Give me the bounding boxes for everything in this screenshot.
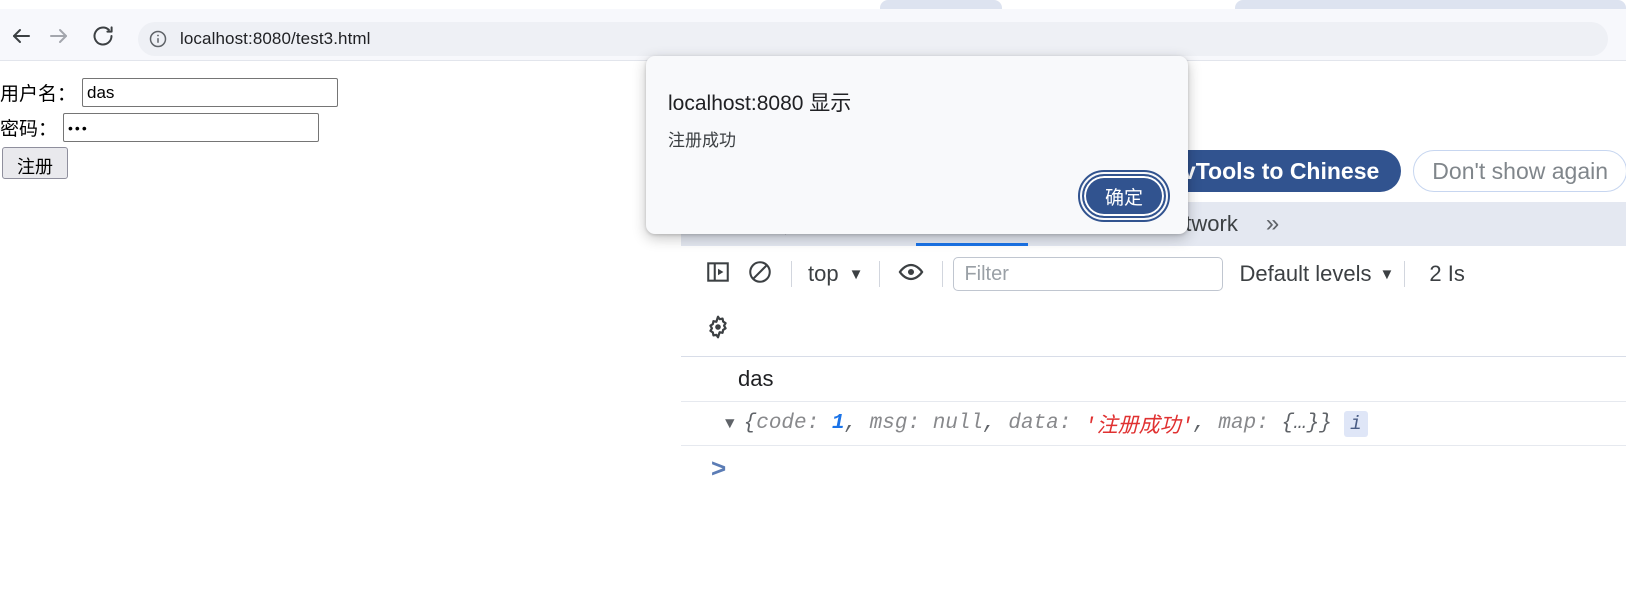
object-open-brace: { xyxy=(743,412,757,435)
execution-context-selector[interactable]: top ▼ xyxy=(802,261,869,287)
console-settings-button[interactable] xyxy=(697,308,739,350)
username-row: 用户名： xyxy=(0,78,339,107)
screenshot-root: localhost:8080/test3.html 用户名： 密码： 注册 Sw… xyxy=(0,0,1626,602)
username-label: 用户名： xyxy=(0,84,77,105)
issues-counter[interactable]: 2 Is xyxy=(1429,261,1464,287)
reload-button[interactable] xyxy=(90,23,116,49)
object-key-map: map: xyxy=(1218,412,1269,435)
console-settings-row xyxy=(681,302,1626,357)
object-comma: , xyxy=(983,412,996,435)
back-button[interactable] xyxy=(8,23,34,49)
console-sidebar-button[interactable] xyxy=(697,253,739,295)
page-content: 用户名： 密码： 注册 xyxy=(0,62,680,602)
url-text: localhost:8080/test3.html xyxy=(180,29,371,48)
username-input[interactable] xyxy=(82,78,339,107)
dont-show-again-button[interactable]: Don't show again xyxy=(1413,150,1626,192)
divider xyxy=(942,261,944,287)
object-value-msg: null xyxy=(932,412,984,435)
browser-tab-strip xyxy=(0,0,1626,9)
divider xyxy=(791,261,792,287)
password-row: 密码： xyxy=(0,113,320,142)
expand-triangle-icon[interactable]: ▼ xyxy=(725,415,735,433)
browser-tab[interactable] xyxy=(1235,0,1626,9)
log-levels-label: Default levels xyxy=(1239,261,1372,286)
info-badge-icon[interactable]: i xyxy=(1343,410,1368,437)
console-output: das ▼ { code: 1, msg: null, data: '注册成功'… xyxy=(681,357,1626,602)
reload-icon xyxy=(91,24,115,48)
live-expression-eye-icon xyxy=(897,258,925,291)
object-key-msg: msg: xyxy=(869,412,921,435)
object-key-data: data: xyxy=(1008,412,1072,435)
arrow-right-icon xyxy=(47,24,71,48)
info-circle-icon[interactable] xyxy=(146,27,170,51)
console-toolbar: top ▼ Default levels ▼ 2 Is xyxy=(681,246,1626,302)
console-sidebar-icon xyxy=(705,259,731,290)
chevron-down-icon: ▼ xyxy=(848,265,864,283)
execution-context-label: top xyxy=(808,261,839,286)
console-message[interactable]: das xyxy=(681,357,1626,401)
divider xyxy=(1404,261,1406,287)
address-bar[interactable]: localhost:8080/test3.html xyxy=(138,22,1608,56)
log-levels-selector[interactable]: Default levels ▼ xyxy=(1239,261,1394,287)
object-value-data: '注册成功' xyxy=(1083,415,1194,439)
clear-console-icon xyxy=(747,259,773,290)
dialog-message: 注册成功 xyxy=(668,131,736,150)
arrow-left-icon xyxy=(9,24,33,48)
browser-toolbar: localhost:8080/test3.html xyxy=(0,9,1626,61)
password-input[interactable] xyxy=(63,113,320,142)
dialog-ok-button[interactable]: 确定 xyxy=(1078,170,1170,222)
console-object-message[interactable]: ▼ { code: 1, msg: null, data: '注册成功', ma… xyxy=(681,401,1626,445)
object-comma: , xyxy=(1193,412,1206,435)
chevron-down-icon: ▼ xyxy=(1379,265,1395,283)
console-filter-input[interactable] xyxy=(953,257,1224,291)
gear-icon xyxy=(704,313,732,346)
object-comma: , xyxy=(844,412,858,435)
register-button[interactable]: 注册 xyxy=(2,147,68,179)
forward-button[interactable] xyxy=(46,23,72,49)
object-value-map: {…}} xyxy=(1281,412,1332,435)
object-key-code: code: xyxy=(756,412,820,435)
live-expression-button[interactable] xyxy=(890,253,932,295)
password-label: 密码： xyxy=(0,119,58,140)
prompt-caret-icon: > xyxy=(711,453,727,483)
object-value-code: 1 xyxy=(831,412,845,435)
javascript-alert-dialog: localhost:8080 显示 注册成功 确定 xyxy=(646,56,1188,234)
divider xyxy=(879,261,881,287)
clear-console-button[interactable] xyxy=(739,253,781,295)
dialog-title: localhost:8080 显示 xyxy=(668,92,852,115)
console-prompt[interactable]: > xyxy=(681,445,1626,491)
chevron-double-right-icon[interactable]: » xyxy=(1254,210,1291,238)
browser-tab[interactable] xyxy=(880,0,1002,9)
